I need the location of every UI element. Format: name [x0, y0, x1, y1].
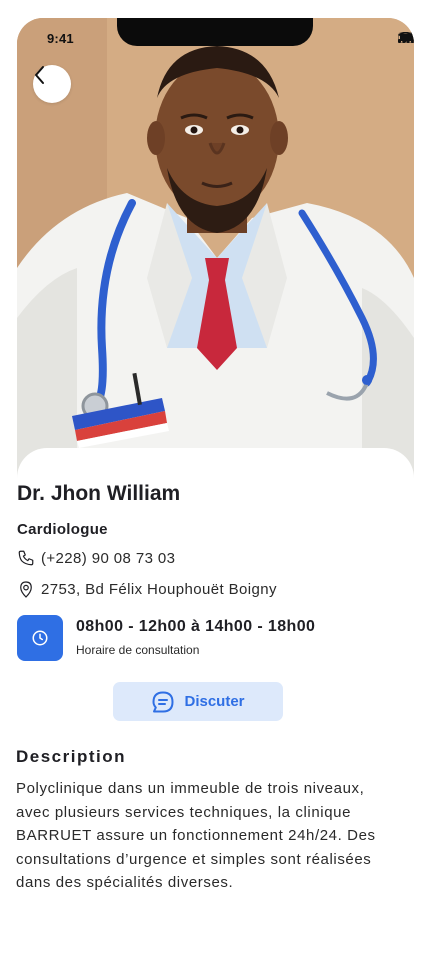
chat-bubble-icon — [152, 691, 174, 712]
status-time: 9:41 — [47, 31, 74, 46]
description-title: Description — [16, 747, 127, 766]
address-text: 2753, Bd Félix Houphouët Boigny — [41, 581, 277, 598]
phone-row[interactable]: (+228) 90 08 73 03 — [17, 549, 175, 567]
phone-number: (+228) 90 08 73 03 — [41, 549, 176, 567]
clock-badge — [17, 615, 63, 661]
doctor-illustration — [17, 18, 414, 488]
battery-icon — [398, 32, 414, 43]
chevron-left-icon — [35, 66, 44, 84]
device-notch — [117, 18, 313, 46]
chat-button-label: Discuter — [184, 693, 245, 710]
address-row: 2753, Bd Félix Houphouët Boigny — [17, 580, 277, 599]
location-pin-icon — [20, 581, 32, 598]
back-button[interactable] — [33, 65, 71, 103]
doctor-photo: 9:41 — [17, 18, 414, 488]
description-text: Polyclinique dans un immeuble de trois n… — [16, 780, 376, 891]
doctor-specialty: Cardiologue — [17, 521, 108, 538]
phone-icon — [18, 550, 34, 566]
chat-button[interactable]: Discuter — [113, 682, 283, 721]
consultation-hours: 08h00 - 12h00 à 14h00 - 18h00 — [76, 618, 316, 635]
consultation-hours-label: Horaire de consultation — [76, 643, 200, 657]
clock-icon — [32, 630, 48, 646]
doctor-name: Dr. Jhon William — [17, 482, 181, 505]
